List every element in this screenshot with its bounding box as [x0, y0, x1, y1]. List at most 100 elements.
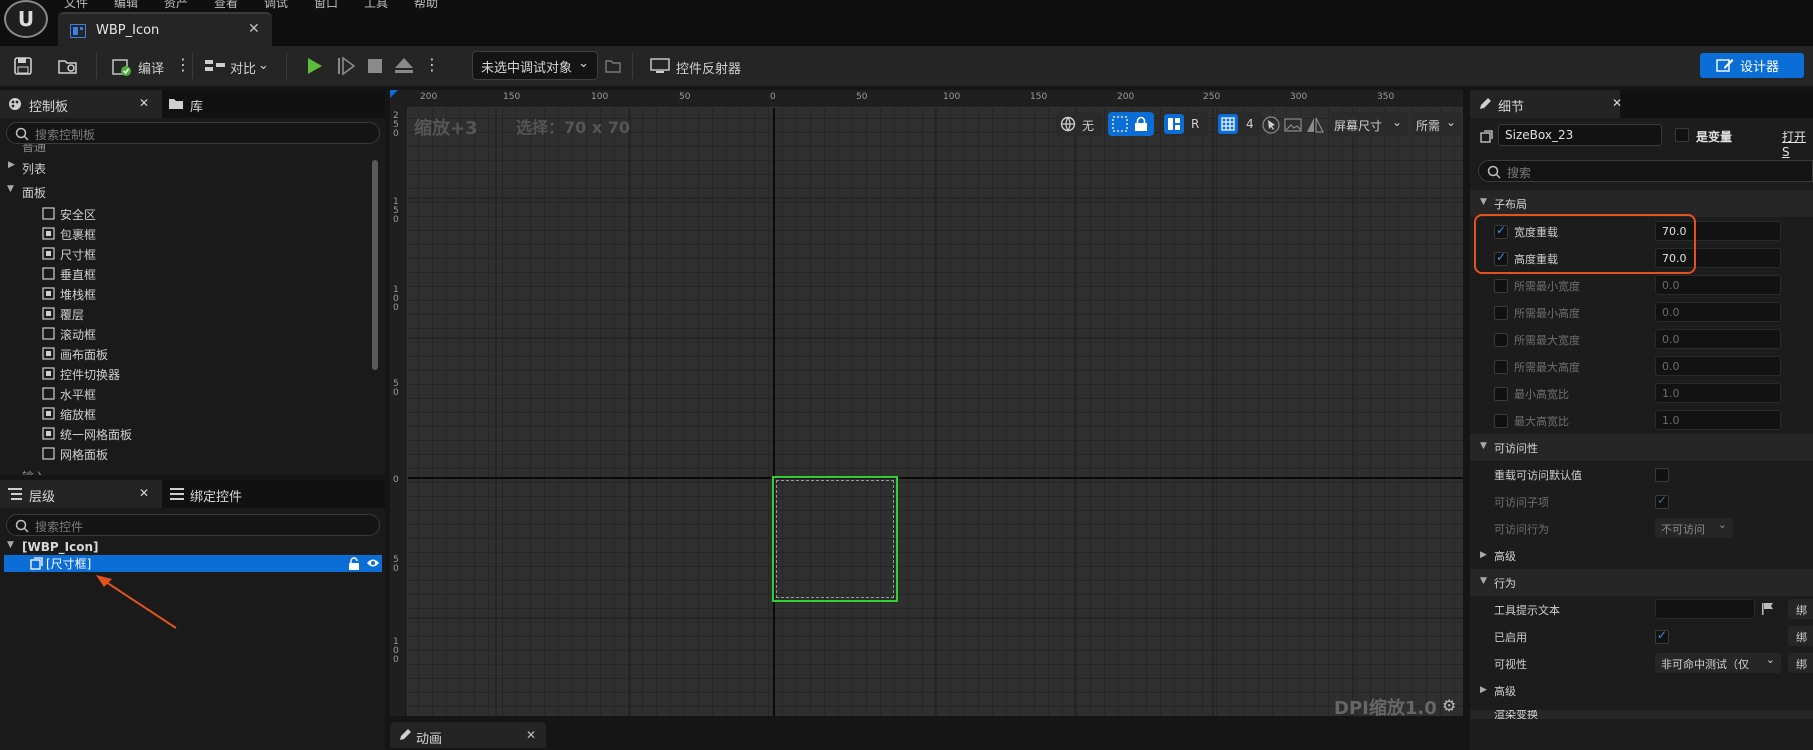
open-link[interactable]: 打开S: [1782, 128, 1813, 159]
menu-edit[interactable]: 编辑: [114, 0, 138, 11]
palette-item[interactable]: 滚动框: [0, 324, 370, 344]
widget-reflector-button[interactable]: 控件反射器: [676, 58, 741, 77]
menu-help[interactable]: 帮助: [414, 0, 438, 11]
tab-animation[interactable]: 动画 ✕: [390, 722, 546, 748]
screen-size-dropdown[interactable]: 屏幕尺寸 ⌄: [1330, 112, 1408, 136]
fill-screen-dropdown[interactable]: 所需 ⌄: [1412, 112, 1462, 136]
document-tab[interactable]: WBP_Icon ✕: [58, 12, 272, 46]
min-desired-height-checkbox[interactable]: [1494, 306, 1508, 320]
respect-locks-chip[interactable]: R: [1162, 112, 1208, 136]
mirror-icon[interactable]: [1306, 117, 1324, 133]
flag-icon[interactable]: [1761, 602, 1775, 616]
visibility-select[interactable]: 非可命中测试（仅 ⌄: [1655, 653, 1781, 673]
palette-item[interactable]: 覆层: [0, 304, 370, 324]
grid-snap-chip[interactable]: 4: [1216, 112, 1262, 136]
advanced-collapsed-2[interactable]: ▶ 高级: [1470, 677, 1813, 704]
min-aspect-checkbox[interactable]: [1494, 387, 1508, 401]
palette-item[interactable]: 堆栈框: [0, 284, 370, 304]
min-desired-width-checkbox[interactable]: [1494, 279, 1508, 293]
debug-browse-icon[interactable]: [605, 58, 621, 74]
palette-item[interactable]: 水平框: [0, 384, 370, 404]
cursor-icon[interactable]: [1262, 116, 1280, 134]
max-desired-height-checkbox[interactable]: [1494, 360, 1508, 374]
max-aspect-input[interactable]: 1.0: [1655, 410, 1781, 430]
close-icon[interactable]: ✕: [248, 21, 260, 37]
section-render-transform[interactable]: 渲染变换: [1470, 710, 1813, 719]
eject-icon[interactable]: [394, 57, 414, 75]
palette-category-list[interactable]: ▶ 列表: [0, 158, 370, 178]
section-child-layout[interactable]: ▼ 子布局: [1470, 190, 1813, 217]
stop-icon[interactable]: [366, 57, 384, 75]
bind-button[interactable]: 绑: [1788, 599, 1813, 619]
gear-icon[interactable]: ⚙: [1442, 696, 1456, 715]
min-desired-height-input[interactable]: 0.0: [1655, 302, 1781, 322]
play-options-icon[interactable]: ⋮: [424, 55, 440, 74]
is-variable-checkbox[interactable]: [1675, 128, 1689, 142]
palette-scrollbar[interactable]: [372, 160, 378, 370]
palette-search-input[interactable]: 搜索控制板: [6, 122, 380, 144]
max-desired-width-checkbox[interactable]: [1494, 333, 1508, 347]
palette-item[interactable]: 统一网格面板: [0, 424, 370, 444]
palette-item[interactable]: 尺寸框: [0, 244, 370, 264]
image-icon[interactable]: [1284, 118, 1302, 132]
enabled-checkbox[interactable]: [1655, 628, 1669, 644]
close-icon[interactable]: ✕: [139, 96, 149, 110]
step-forward-icon[interactable]: [336, 56, 356, 76]
visibility-eye-icon[interactable]: [366, 558, 379, 571]
play-icon[interactable]: [304, 56, 324, 76]
debug-target-select[interactable]: 未选中调试对象 ⌄: [472, 51, 598, 80]
browse-folder-icon[interactable]: [58, 57, 78, 75]
access-children-checkbox[interactable]: [1655, 493, 1669, 509]
snap-toggle-chip[interactable]: [1108, 112, 1154, 136]
max-desired-width-input[interactable]: 0.0: [1655, 329, 1781, 349]
close-icon[interactable]: ✕: [1612, 96, 1622, 110]
override-access-checkbox[interactable]: [1655, 468, 1669, 482]
bind-button[interactable]: 绑: [1788, 626, 1813, 646]
palette-item[interactable]: 垂直框: [0, 264, 370, 284]
tab-palette[interactable]: 控制板 ✕: [0, 90, 162, 118]
bind-button[interactable]: 绑: [1788, 653, 1813, 673]
palette-item[interactable]: 控件切换器: [0, 364, 370, 384]
hierarchy-search-input[interactable]: 搜索控件: [6, 514, 380, 536]
tab-library[interactable]: 库: [166, 90, 236, 118]
access-behavior-select[interactable]: 不可访问 ⌄: [1655, 518, 1733, 538]
widget-name-input[interactable]: SizeBox_23: [1498, 124, 1662, 146]
unlock-icon[interactable]: [348, 557, 361, 570]
palette-item[interactable]: 网格面板: [0, 444, 370, 464]
localization-preview-chip[interactable]: 无: [1056, 112, 1102, 136]
section-behavior[interactable]: ▼ 行为: [1470, 569, 1813, 596]
menu-asset[interactable]: 资产: [164, 0, 188, 11]
details-search-input[interactable]: 搜索: [1478, 160, 1813, 182]
diff-button[interactable]: 对比: [230, 58, 256, 77]
palette-item[interactable]: 安全区: [0, 204, 370, 224]
min-desired-width-input[interactable]: 0.0: [1655, 275, 1781, 295]
designer-canvas[interactable]: 缩放+3 选择：70 x 70 DPI缩放1.0 ⚙: [390, 90, 1463, 716]
max-aspect-checkbox[interactable]: [1494, 414, 1508, 428]
menu-debug[interactable]: 调试: [264, 0, 288, 11]
tab-hierarchy[interactable]: 层级 ✕: [0, 480, 162, 508]
menu-window[interactable]: 窗口: [314, 0, 338, 11]
palette-item[interactable]: 画布面板: [0, 344, 370, 364]
tab-bind-widgets[interactable]: 绑定控件: [166, 480, 286, 508]
menu-tools[interactable]: 工具: [364, 0, 388, 11]
compile-button[interactable]: 编译: [138, 58, 164, 77]
menu-view[interactable]: 查看: [214, 0, 238, 11]
unreal-logo-icon[interactable]: U: [4, 0, 48, 38]
tooltip-input[interactable]: [1655, 599, 1755, 619]
save-icon[interactable]: [14, 57, 32, 75]
palette-category-panel[interactable]: ▼ 面板: [0, 182, 370, 202]
palette-item[interactable]: 包裹框: [0, 224, 370, 244]
hierarchy-selected-row[interactable]: [尺寸框]: [4, 555, 382, 572]
menu-file[interactable]: 文件: [64, 0, 88, 11]
selected-size-box[interactable]: [772, 476, 898, 602]
section-accessibility[interactable]: ▼ 可访问性: [1470, 434, 1813, 461]
close-icon[interactable]: ✕: [526, 728, 536, 742]
min-aspect-input[interactable]: 1.0: [1655, 383, 1781, 403]
chevron-down-icon[interactable]: ⌄: [258, 58, 269, 73]
tab-details[interactable]: 细节 ✕: [1470, 90, 1622, 118]
close-icon[interactable]: ✕: [139, 486, 149, 500]
max-desired-height-input[interactable]: 0.0: [1655, 356, 1781, 376]
palette-item[interactable]: 缩放框: [0, 404, 370, 424]
advanced-collapsed-1[interactable]: ▶ 高级: [1470, 542, 1813, 569]
compile-options-icon[interactable]: ⋮: [175, 55, 191, 74]
